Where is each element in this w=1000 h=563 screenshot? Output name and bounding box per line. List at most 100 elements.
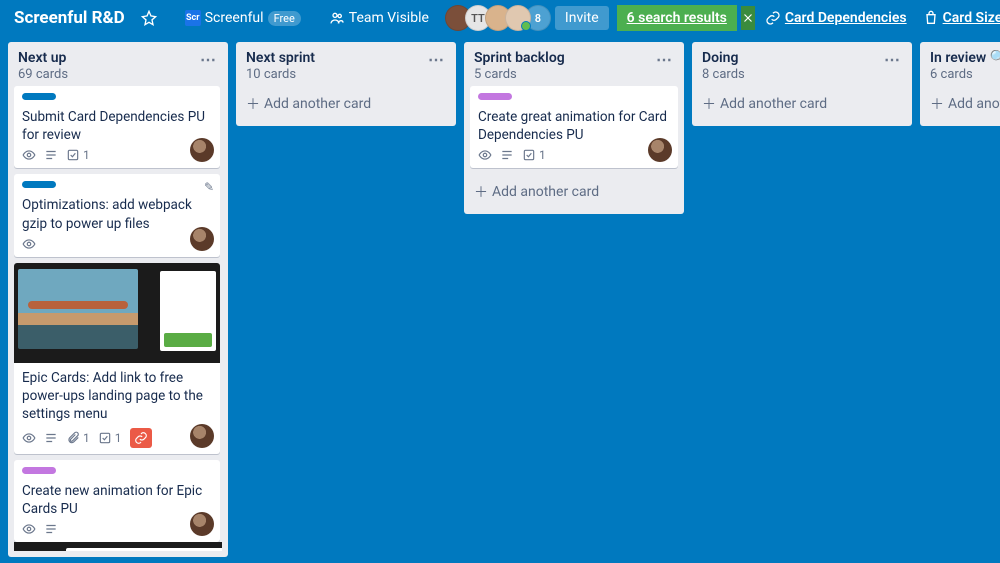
description-icon	[44, 522, 58, 536]
list-in-review: In review 🔍 6 cards ＋ Add another c	[920, 42, 1000, 126]
card[interactable]: Create great animation for Card Dependen…	[470, 86, 678, 168]
card-badges	[22, 522, 212, 536]
powerup-label: Card Dependencies	[785, 10, 907, 26]
card[interactable]: ✎ Optimizations: add webpack gzip to pow…	[14, 174, 220, 256]
card-badges	[22, 237, 212, 251]
description-badge	[44, 522, 58, 536]
card-cover	[14, 542, 222, 551]
close-icon	[741, 11, 755, 25]
list-card-count: 10 cards	[246, 67, 315, 82]
watch-badge	[22, 237, 36, 251]
add-card-label: Add another card	[492, 184, 599, 200]
eye-icon	[478, 148, 492, 162]
card-badges: 1	[22, 148, 212, 162]
visibility-label: Team Visible	[349, 10, 429, 26]
powerup-card-dependencies[interactable]: Card Dependencies	[759, 6, 913, 30]
list-title[interactable]: Next sprint	[246, 50, 315, 66]
card-badges: 1 1	[22, 428, 212, 448]
eye-icon	[22, 522, 36, 536]
board-title[interactable]: Screenful R&D	[8, 8, 131, 28]
checklist-badge: 1	[98, 431, 122, 445]
eye-icon	[22, 431, 36, 445]
description-icon	[44, 148, 58, 162]
card-title: Create new animation for Epic Cards PU	[22, 482, 212, 518]
board: Next up 69 cards ⋯ Submit Card Dependenc…	[0, 36, 1000, 563]
card[interactable]: Submit Card Dependencies PU for review 1	[14, 86, 220, 168]
member-avatar[interactable]	[190, 512, 214, 536]
watch-badge	[22, 431, 36, 445]
description-icon	[44, 431, 58, 445]
description-badge	[500, 148, 514, 162]
link-icon	[765, 10, 781, 26]
add-card-label: Add another card	[720, 96, 827, 112]
visibility-button[interactable]: Team Visible	[323, 6, 435, 30]
list-menu-button[interactable]: ⋯	[654, 50, 674, 69]
search-results-button[interactable]: 6 search results	[617, 5, 737, 31]
org-button[interactable]: Scr Screenful Free	[179, 6, 307, 30]
member-avatar[interactable]	[190, 424, 214, 448]
invite-button[interactable]: Invite	[555, 6, 609, 30]
add-card-button[interactable]: ＋ Add another c	[926, 88, 1000, 120]
watch-badge	[22, 148, 36, 162]
add-card-label: Add another c	[948, 96, 1000, 112]
list-title[interactable]: Next up	[18, 50, 68, 66]
list-sprint-backlog: Sprint backlog 5 cards ⋯ Create great an…	[464, 42, 684, 214]
list-doing: Doing 8 cards ⋯ ＋ Add another card	[692, 42, 912, 126]
list-cards: Submit Card Dependencies PU for review 1…	[14, 86, 222, 551]
checklist-badge: 1	[66, 148, 90, 162]
add-card-button[interactable]: ＋ Add another card	[698, 88, 906, 120]
eye-icon	[22, 237, 36, 251]
card[interactable]	[14, 542, 220, 551]
add-card-button[interactable]: ＋ Add another card	[470, 176, 678, 208]
label-purple[interactable]	[478, 93, 512, 100]
search-close-button[interactable]	[741, 6, 755, 30]
watch-badge	[22, 522, 36, 536]
card-title: Create great animation for Card Dependen…	[478, 108, 670, 144]
plus-icon: ＋	[930, 94, 944, 114]
powerup-card-size[interactable]: Card Size	[917, 6, 1000, 30]
add-card-button[interactable]: ＋ Add another card	[242, 88, 450, 120]
list-menu-button[interactable]: ⋯	[426, 50, 446, 69]
card[interactable]: Epic Cards: Add link to free power-ups l…	[14, 263, 220, 454]
plus-icon: ＋	[702, 94, 716, 114]
list-title[interactable]: Sprint backlog	[474, 50, 565, 66]
checklist-icon	[98, 431, 112, 445]
bag-icon	[923, 10, 939, 26]
label-blue[interactable]	[22, 93, 56, 100]
description-badge	[44, 431, 58, 445]
watch-badge	[478, 148, 492, 162]
attachment-icon	[66, 431, 80, 445]
star-icon	[141, 10, 157, 26]
board-header: Screenful R&D Scr Screenful Free Team Vi…	[0, 0, 1000, 36]
card-title: Optimizations: add webpack gzip to power…	[22, 196, 212, 232]
free-badge: Free	[268, 11, 301, 26]
label-purple[interactable]	[22, 467, 56, 474]
description-badge	[44, 148, 58, 162]
plus-icon: ＋	[246, 94, 260, 114]
list-title[interactable]: Doing	[702, 50, 745, 66]
list-menu-button[interactable]: ⋯	[882, 50, 902, 69]
member-avatar[interactable]	[190, 227, 214, 251]
description-icon	[500, 148, 514, 162]
list-cards: Create great animation for Card Dependen…	[470, 86, 678, 174]
org-logo: Scr	[185, 10, 201, 26]
link-icon	[134, 431, 148, 445]
card[interactable]: Create new animation for Epic Cards PU	[14, 460, 220, 542]
pencil-icon[interactable]: ✎	[204, 180, 214, 194]
member-list: TT 8	[451, 5, 551, 31]
list-card-count: 8 cards	[702, 67, 745, 82]
list-title[interactable]: In review 🔍	[930, 50, 1000, 66]
list-card-count: 6 cards	[930, 67, 1000, 82]
label-blue[interactable]	[22, 181, 56, 188]
avatar[interactable]	[505, 5, 531, 31]
card-cover	[14, 263, 220, 363]
list-menu-button[interactable]: ⋯	[198, 50, 218, 69]
list-next-sprint: Next sprint 10 cards ⋯ ＋ Add another car…	[236, 42, 456, 126]
star-button[interactable]	[135, 6, 163, 30]
org-name: Screenful	[205, 10, 264, 26]
add-card-label: Add another card	[264, 96, 371, 112]
search-results-label: 6 search results	[627, 10, 727, 26]
list-card-count: 69 cards	[18, 67, 68, 82]
checklist-icon	[522, 148, 536, 162]
checklist-icon	[66, 148, 80, 162]
